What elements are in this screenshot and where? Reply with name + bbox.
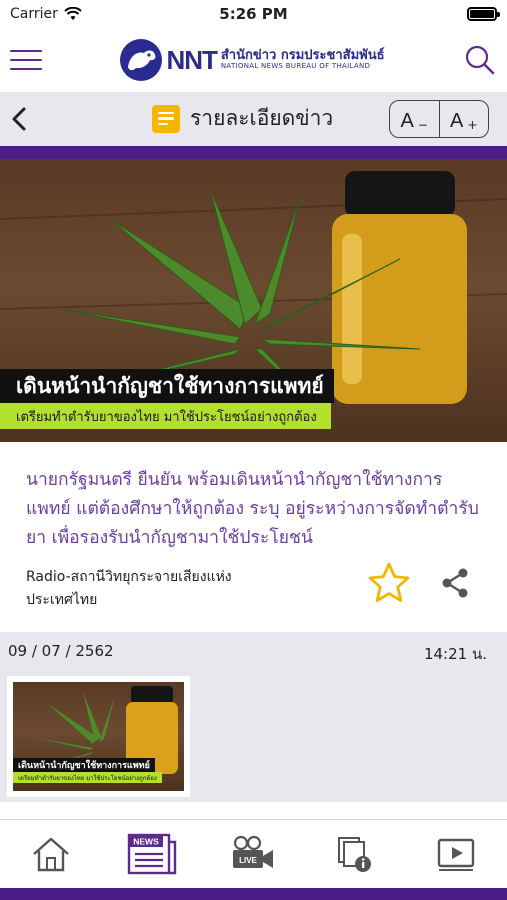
page-title: รายละเอียดข่าว: [190, 106, 334, 130]
nav-live[interactable]: LIVE: [223, 826, 283, 882]
bottom-brand-bar: [0, 888, 507, 900]
battery-icon: [467, 7, 500, 21]
logo-english: NATIONAL NEWS BUREAU OF THAILAND: [220, 62, 371, 71]
hero-caption-main: เดินหน้านำกัญชาใช้ทางการแพทย์: [0, 369, 334, 403]
article-panel: นายกรัฐมนตรี ยืนยัน พร้อมเดินหน้านำกัญชา…: [0, 442, 507, 632]
font-decrease-sign: −: [417, 118, 428, 132]
article-headline: นายกรัฐมนตรี ยืนยัน พร้อมเดินหน้านำกัญชา…: [26, 470, 479, 548]
nav-news[interactable]: NEWS: [122, 826, 182, 882]
font-decrease-button[interactable]: A −: [390, 101, 439, 137]
search-icon[interactable]: [463, 43, 497, 77]
logo-text: สำนักข่าว กรมประชาสัมพันธ์ NATIONAL NEWS…: [220, 48, 385, 71]
logo-nnt-text: NNT: [166, 44, 217, 75]
font-increase-sign: +: [467, 118, 478, 132]
status-left: Carrier: [10, 6, 82, 22]
nav-video[interactable]: [426, 826, 486, 882]
back-chevron-icon[interactable]: [10, 104, 36, 134]
carrier-label: Carrier: [10, 6, 58, 22]
image-thumbnail[interactable]: เดินหน้านำกัญชาใช้ทางการแพทย์ เตรียมทำตำ…: [7, 676, 190, 797]
publish-date: 09 / 07 / 2562: [8, 642, 114, 660]
hero-image: เดินหน้านำกัญชาใช้ทางการแพทย์ เตรียมทำตำ…: [0, 159, 507, 442]
font-increase-letter: A: [450, 110, 464, 132]
thumbnail-caption-main: เดินหน้านำกัญชาใช้ทางการแพทย์: [13, 758, 155, 772]
news-icon: NEWS: [127, 833, 177, 875]
meta-panel: 09 / 07 / 2562 14:21 น. เดินหน้านำกัญชาใ…: [0, 632, 507, 802]
news-badge-label: NEWS: [133, 837, 159, 847]
sub-title-wrap: รายละเอียดข่าว: [152, 102, 333, 135]
divider-bar: [0, 146, 507, 159]
nnt-logo[interactable]: NNT สำนักข่าว กรมประชาสัมพันธ์ NATIONAL …: [120, 39, 385, 81]
document-icon: [152, 104, 180, 133]
nav-home[interactable]: [21, 826, 81, 882]
video-play-icon: [438, 838, 475, 871]
live-camera-icon: LIVE: [233, 835, 274, 868]
nav-documents[interactable]: [325, 826, 385, 882]
font-decrease-letter: A: [400, 110, 414, 132]
logo-emblem-icon: [120, 39, 163, 81]
font-size-control: A − A +: [389, 100, 489, 138]
home-icon: [32, 837, 69, 872]
thumbnail-image: เดินหน้านำกัญชาใช้ทางการแพทย์ เตรียมทำตำ…: [13, 682, 184, 791]
live-badge-label: LIVE: [240, 856, 258, 865]
article-source: Radio-สถานีวิทยุกระจายเสียงแห่งประเทศไทย: [26, 569, 232, 608]
font-increase-button[interactable]: A +: [438, 101, 489, 137]
hamburger-menu-icon[interactable]: [10, 48, 42, 72]
share-icon[interactable]: [438, 566, 472, 600]
logo-thai: สำนักข่าว กรมประชาสัมพันธ์: [220, 48, 385, 63]
wifi-icon: [64, 7, 82, 20]
bottom-nav: NEWS LIVE: [0, 819, 507, 888]
documents-info-icon: [337, 837, 371, 872]
app-header: NNT สำนักข่าว กรมประชาสัมพันธ์ NATIONAL …: [0, 28, 507, 92]
status-bar: Carrier 5:26 PM: [0, 0, 507, 28]
publish-time: 14:21 น.: [423, 645, 487, 663]
sub-header: รายละเอียดข่าว A − A +: [0, 92, 507, 146]
thumbnail-caption-sub: เตรียมทำตำรับยาของไทย มาใช้ประโยชน์อย่าง…: [13, 772, 162, 783]
hero-caption-sub: เตรียมทำตำรับยาของไทย มาใช้ประโยชน์อย่าง…: [0, 403, 331, 429]
star-icon[interactable]: [366, 560, 412, 606]
